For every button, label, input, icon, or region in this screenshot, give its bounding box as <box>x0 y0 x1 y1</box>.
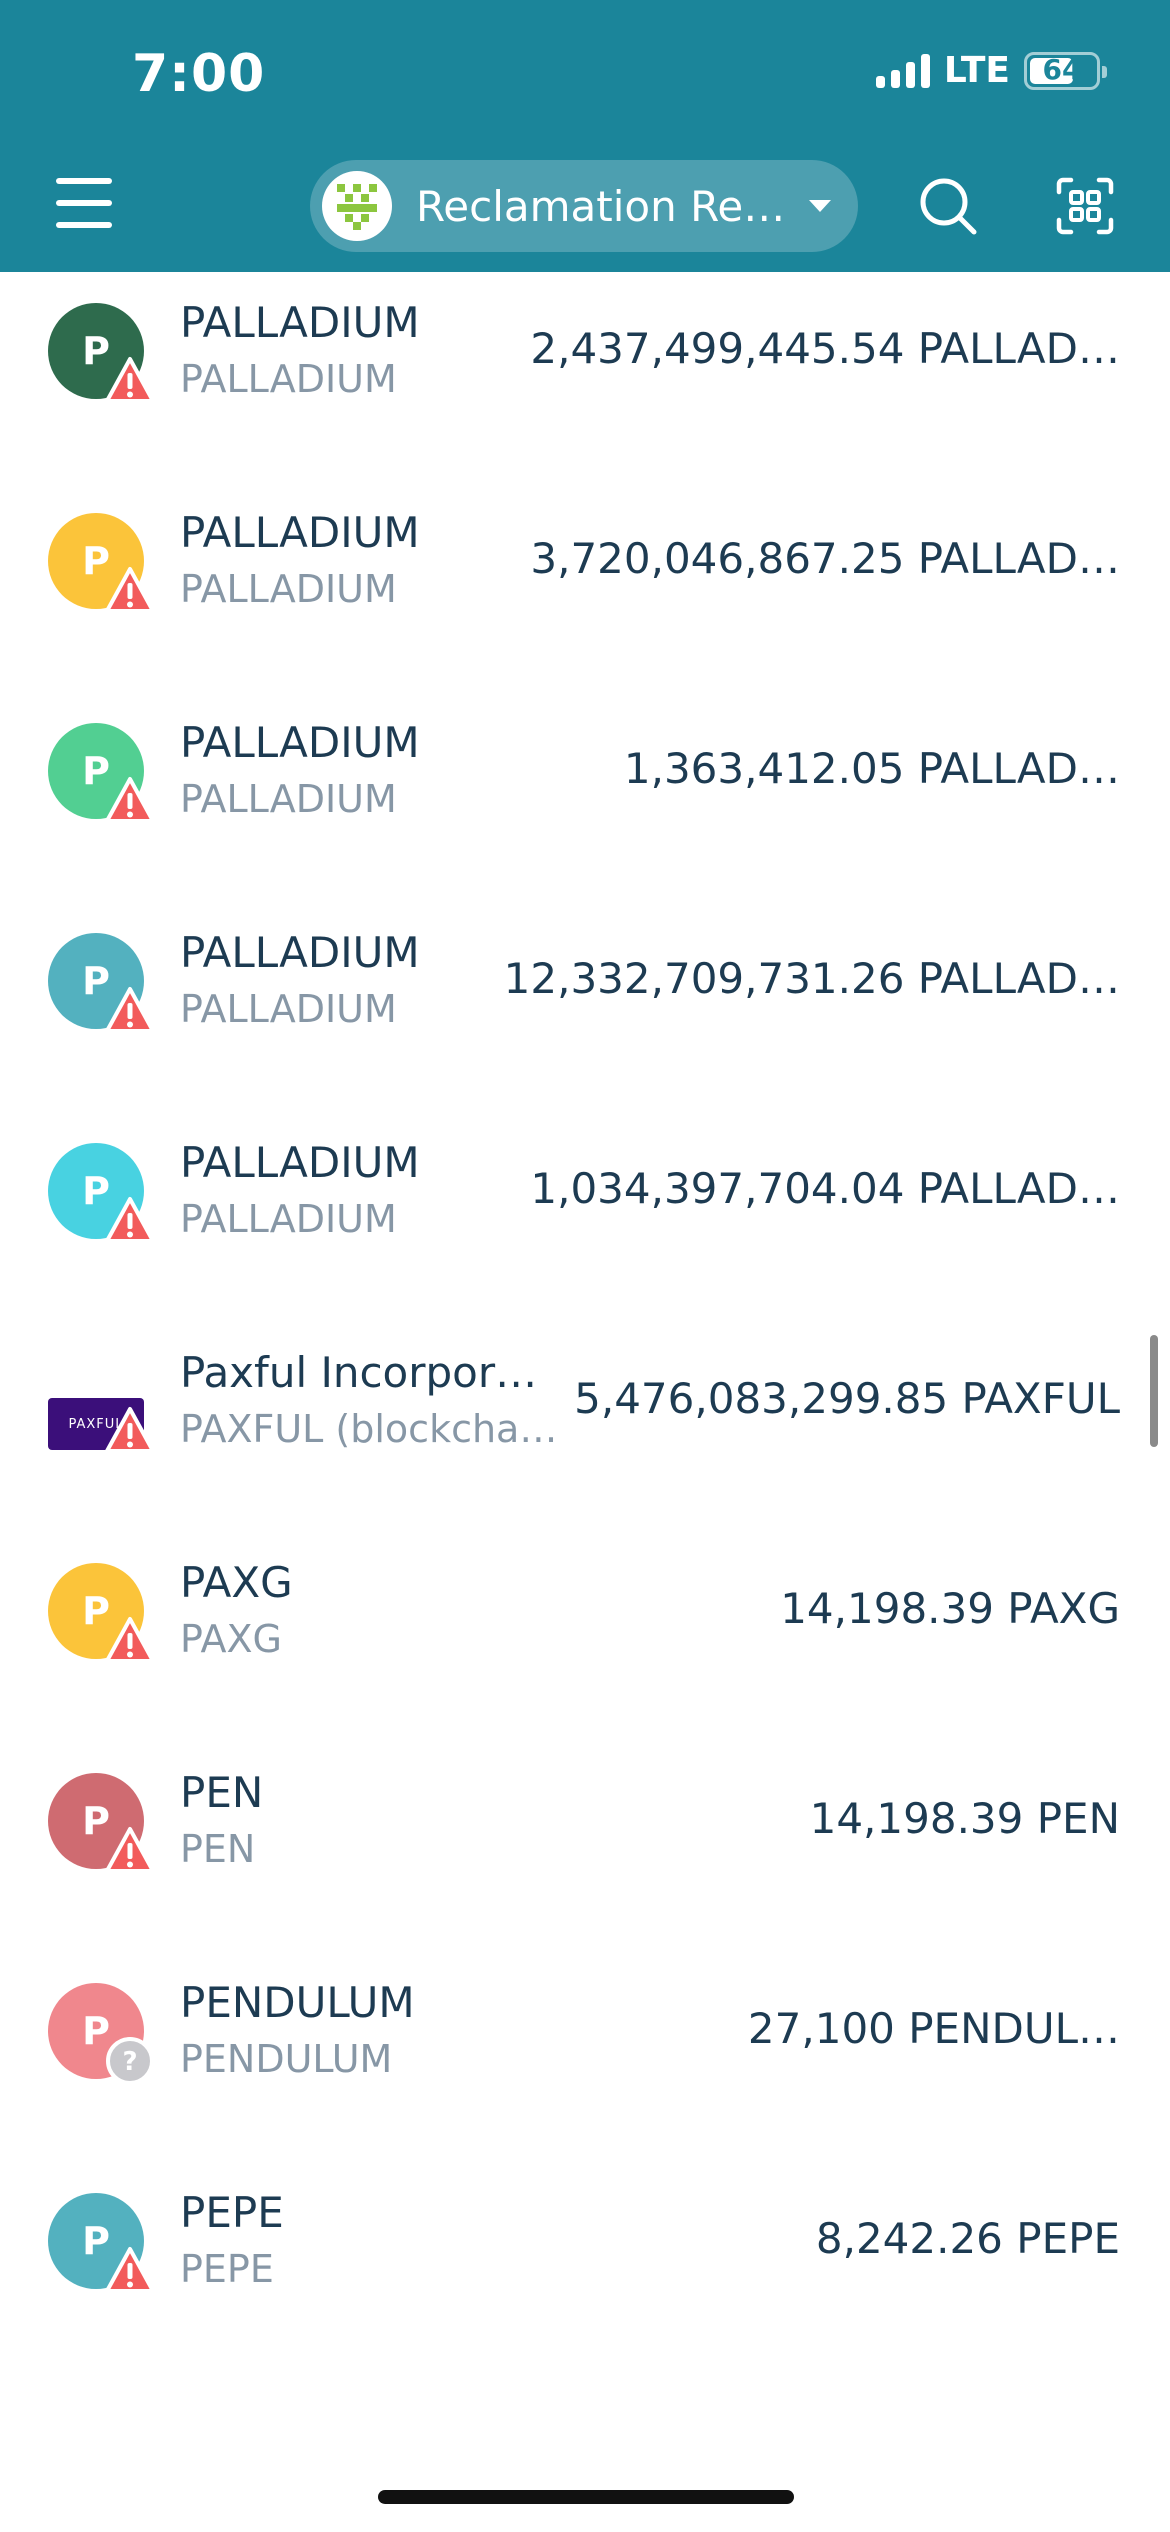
chevron-down-icon <box>809 200 832 212</box>
token-row[interactable]: PAXFUL Paxful Incorpora… PAXFUL (blockchai… <box>0 1322 1170 1532</box>
token-balance: 12,332,709,731.26 PALLAD… <box>503 954 1120 1003</box>
token-names: PALLADIUM PALLADIUM <box>180 508 560 611</box>
token-row[interactable]: P PAXG PAXG 14,198.39 PAXG <box>0 1532 1170 1742</box>
battery-icon: 64 <box>1024 51 1107 90</box>
app-header: 7:00 LTE 64 Reclamation Re… <box>0 0 1170 272</box>
token-names: PALLADIUM PALLADIUM <box>180 718 560 821</box>
svg-text:?: ? <box>122 2047 137 2077</box>
warning-icon <box>105 1827 155 1873</box>
token-names: PEN PEN <box>180 1768 560 1871</box>
token-names: PEPE PEPE <box>180 2188 560 2291</box>
token-name: PEN <box>180 1768 264 1817</box>
token-balance: 3,720,046,867.25 PALLAD… <box>530 534 1120 583</box>
battery-level: 64 <box>1042 52 1082 86</box>
pixel-avatar-icon <box>337 184 377 230</box>
token-symbol: PALLADIUM <box>180 567 397 611</box>
account-avatar <box>322 171 392 241</box>
token-name: PALLADIUM <box>180 1138 420 1187</box>
warning-icon <box>105 777 155 823</box>
token-symbol: PEN <box>180 1827 256 1871</box>
token-name: PENDULUM <box>180 1978 415 2027</box>
token-name: PAXG <box>180 1558 293 1607</box>
token-balance: 8,242.26 PEPE <box>815 2214 1120 2263</box>
account-name: Reclamation Re… <box>416 181 786 231</box>
search-icon[interactable] <box>918 176 978 236</box>
token-row[interactable]: P PALLADIUM PALLADIUM 1,363,412.05 PALLAD… <box>0 692 1170 902</box>
warning-icon <box>105 1407 155 1453</box>
token-balance: 14,198.39 PEN <box>809 1794 1120 1843</box>
scrollbar[interactable] <box>1150 1335 1158 1447</box>
warning-icon <box>105 567 155 613</box>
status-time: 7:00 <box>132 44 266 104</box>
home-indicator[interactable] <box>378 2490 794 2504</box>
unknown-icon: ? <box>106 2037 154 2085</box>
warning-icon <box>105 357 155 403</box>
token-balance: 1,363,412.05 PALLAD… <box>623 744 1120 793</box>
token-name: PEPE <box>180 2188 284 2237</box>
token-row[interactable]: P PALLADIUM PALLADIUM 2,437,499,445.54 PALL… <box>0 272 1170 482</box>
token-names: PALLADIUM PALLADIUM <box>180 298 560 401</box>
signal-icon <box>875 53 930 88</box>
token-balance: 5,476,083,299.85 PAXFUL <box>574 1374 1120 1423</box>
token-row[interactable]: Clover PEPE <box>0 2372 1170 2432</box>
hamburger-icon[interactable] <box>56 178 112 228</box>
token-balance: 27,100 PENDUL… <box>747 2004 1120 2053</box>
token-symbol: PALLADIUM <box>180 777 397 821</box>
status-indicators: LTE 64 <box>875 50 1107 91</box>
token-names: Paxful Incorpora… PAXFUL (blockchai… <box>180 1348 560 1451</box>
token-name: PALLADIUM <box>180 508 420 557</box>
token-names: PAXG PAXG <box>180 1558 560 1661</box>
token-symbol: PALLADIUM <box>180 1197 397 1241</box>
token-balance: 1,034,397,704.04 PALLAD… <box>530 1164 1120 1213</box>
token-row[interactable]: P PALLADIUM PALLADIUM 3,720,046,867.25 PALL… <box>0 482 1170 692</box>
token-name: PALLADIUM <box>180 718 420 767</box>
token-row[interactable]: P? PENDULUM PENDULUM 27,100 PENDUL… <box>0 1952 1170 2162</box>
token-balance: 2,437,499,445.54 PALLAD… <box>530 324 1120 373</box>
network-label: LTE <box>943 50 1010 91</box>
token-symbol: PAXG <box>180 1617 282 1661</box>
warning-icon <box>105 1197 155 1243</box>
warning-icon <box>105 987 155 1033</box>
warning-icon <box>105 2247 155 2293</box>
token-row[interactable]: P PEN PEN 14,198.39 PEN <box>0 1742 1170 1952</box>
token-balance: 14,198.39 PAXG <box>780 1584 1120 1633</box>
token-name: PALLADIUM <box>180 298 420 347</box>
account-selector[interactable]: Reclamation Re… <box>310 160 858 252</box>
warning-icon <box>105 1617 155 1663</box>
qr-scan-icon[interactable] <box>1055 176 1115 236</box>
token-names: PALLADIUM PALLADIUM <box>180 1138 560 1241</box>
token-symbol: PAXFUL (blockchai… <box>180 1407 560 1451</box>
token-symbol: PALLADIUM <box>180 357 397 401</box>
token-row[interactable]: P PEPE PEPE 8,242.26 PEPE <box>0 2162 1170 2372</box>
token-name: Paxful Incorpora… <box>180 1348 560 1397</box>
token-row[interactable]: P PALLADIUM PALLADIUM 1,034,397,704.04 PALL… <box>0 1112 1170 1322</box>
token-row[interactable]: P PALLADIUM PALLADIUM 12,332,709,731.26 PAL… <box>0 902 1170 1112</box>
token-symbol: PEPE <box>180 2247 274 2291</box>
token-list[interactable]: P PALLADIUM PALLADIUM 2,437,499,445.54 PALL… <box>0 272 1170 2432</box>
token-symbol: PENDULUM <box>180 2037 393 2081</box>
token-names: PENDULUM PENDULUM <box>180 1978 560 2081</box>
